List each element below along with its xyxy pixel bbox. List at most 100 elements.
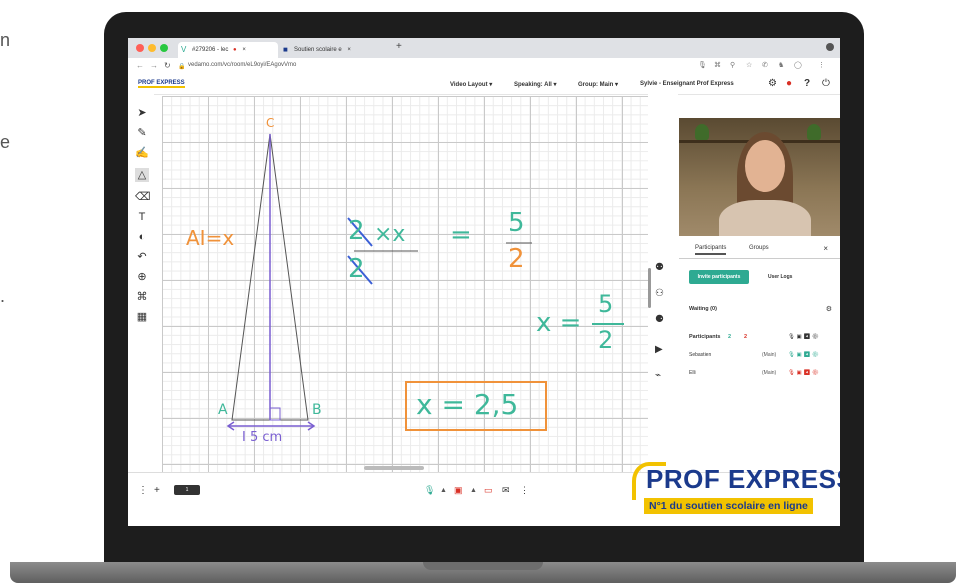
extension-icon[interactable]: ◯ [794,61,802,69]
bookmark-star-icon[interactable]: ☆ [746,61,752,69]
page-selector[interactable]: 1 [174,485,200,495]
invite-participants-button[interactable]: Invite participants [689,270,749,284]
video-layout-menu[interactable]: Video Layout ▾ [450,81,492,88]
new-tab-button[interactable]: + [396,41,402,52]
participant-role: (Main) [762,352,777,358]
more-options-icon[interactable]: ⋮ [138,485,148,496]
select-arrow-icon[interactable]: ➤ [135,106,149,120]
plant-decoration [695,124,709,140]
mic-extension-icon[interactable]: 🎙 [698,61,707,69]
lock-icon: 🔒 [178,64,186,70]
laptop-notch [423,562,543,570]
profile-icon[interactable] [826,43,834,51]
vertical-scrollbar[interactable] [648,268,651,308]
close-window-icon[interactable] [136,44,144,52]
eq1-left-denominator: 2 [348,254,365,284]
power-icon[interactable]: ⏻ [822,78,830,89]
close-tab-icon[interactable]: × [242,47,246,53]
eq2-denominator: 2 [598,326,614,354]
extension-icon[interactable]: ⌘ [714,61,721,69]
waiting-room-label: Waiting (0) [689,306,717,312]
screen-share-icon[interactable]: ▭ [484,485,493,496]
text-tool-icon[interactable]: T [135,210,149,224]
breakout-icon[interactable]: ⚈ [655,314,664,325]
participants-controls-icons[interactable]: 🎙 ▣ ◀ ⚙ [788,334,819,340]
eq1-right-denominator: 2 [508,244,525,274]
horizontal-scrollbar[interactable] [364,466,424,470]
close-tab-icon[interactable]: × [347,47,351,53]
settings-gear-icon[interactable]: ⚙ [768,78,777,89]
side-text-fragment: n [0,30,11,50]
tab-label: #279206 - lec [192,47,229,53]
zoom-icon[interactable]: ⊕ [135,270,149,284]
chevron-up-icon[interactable]: ▲ [440,487,447,494]
participant-controls-icons[interactable]: 🎙 ▣ ◀ ⚙ [788,352,819,358]
chat-icon[interactable]: ✉ [502,485,510,496]
attachment-icon[interactable]: ⌁ [655,370,661,381]
extension-icon[interactable]: ♞ [778,61,784,69]
browser-menu-icon[interactable]: ⋮ [818,61,825,69]
waiting-settings-icon[interactable]: ⚙ [826,305,832,313]
eraser-icon[interactable]: ⌫ [135,190,151,204]
more-controls-icon[interactable]: ⋮ [520,485,529,496]
back-arrow-icon[interactable]: ← [136,61,144,70]
app-header: PROF EXPRESS Video Layout ▾ Speaking: Al… [128,76,840,95]
user-name-menu[interactable]: Sylvie - Enseignant Prof Express [640,81,734,87]
recording-icon: ● [233,47,237,53]
base-length-label: I 5 cm [242,430,283,445]
pen-icon[interactable]: ✎ [135,126,149,140]
group-menu[interactable]: Group: Main ▾ [578,81,618,88]
camera-off-icon[interactable]: ▣ [454,485,463,496]
participants-view-icon[interactable]: ⚉ [655,262,664,273]
ai-equals-x-label: AI=x [186,226,235,250]
reload-icon[interactable]: ↻ [164,61,171,70]
speaking-menu[interactable]: Speaking: All ▾ [514,81,556,88]
highlighter-icon[interactable]: ✍ [135,146,149,160]
phone-icon[interactable]: ✆ [762,61,768,69]
brand-tagline: N°1 du soutien scolaire en ligne [644,498,813,514]
right-angle-marker [269,407,281,421]
chevron-up-icon[interactable]: ▲ [470,487,477,494]
add-page-icon[interactable]: + [154,485,160,496]
participant-controls-icons[interactable]: 🎙 ▣ ◀ ⚙ [788,370,819,376]
eq1-left-numerator: 2 [348,216,365,246]
plant-decoration [807,124,821,140]
vertex-b-label: B [312,402,322,418]
shape-triangle-icon[interactable]: △ [135,168,149,182]
tab-groups[interactable]: Groups [749,245,769,251]
app-logo: PROF EXPRESS [138,80,185,88]
prof-express-brand: PROF EXPRESS N°1 du soutien scolaire en … [628,462,840,522]
participants-count-green: 2 [728,334,732,340]
site-favicon-icon: ■ [283,45,288,54]
undo-icon[interactable]: ↶ [135,250,149,264]
side-text-fragment: e [0,132,11,152]
forward-arrow-icon[interactable]: → [150,61,158,70]
side-icon-strip: ⚉ ⚇ ⚈ ▶ ⌁ [648,94,678,470]
groups-view-icon[interactable]: ⚇ [655,288,664,299]
notifications-icon[interactable]: ● [786,78,792,89]
extension-icon[interactable]: ⚲ [730,61,735,69]
user-logs-button[interactable]: User Logs [768,274,792,280]
url-input[interactable]: vedamo.com/vc/room/eL9oyi/EAgovVmo [188,62,296,68]
play-icon[interactable]: ▶ [655,344,663,355]
laptop-screen: V #279206 - lec ● × ■ Soutien scolaire e… [128,38,840,526]
maximize-window-icon[interactable] [160,44,168,52]
color-palette-icon[interactable]: ◐ [135,230,149,244]
tab-participants[interactable]: Participants [695,245,727,255]
browser-tab-lesson[interactable]: V #279206 - lec ● × [178,42,278,58]
minimize-window-icon[interactable] [148,44,156,52]
participants-count-red: 2 [744,334,748,340]
fit-screen-icon[interactable]: ⌘ [135,290,149,304]
microphone-icon[interactable]: 🎙 [424,485,435,496]
browser-tab-soutien[interactable]: ■ Soutien scolaire e × [280,42,390,58]
close-panel-icon[interactable]: × [823,244,828,253]
whiteboard-canvas[interactable]: C AI=x A B I 5 cm 2 ×x 2 = 5 2 x = 5 2 x… [162,96,652,472]
panel-tabs: Participants Groups × [679,242,840,259]
eq1-times-x: ×x [374,222,406,247]
tab-label: Soutien scolaire e [294,47,342,53]
grid-icon[interactable]: ▦ [135,310,149,324]
drawing-toolbar: ➤ ✎ ✍ △ ⌫ T ◐ ↶ ⊕ ⌘ ▦ [128,94,154,470]
vertex-c-label: C [266,116,275,130]
help-icon[interactable]: ? [804,78,810,89]
person-body [719,200,811,236]
